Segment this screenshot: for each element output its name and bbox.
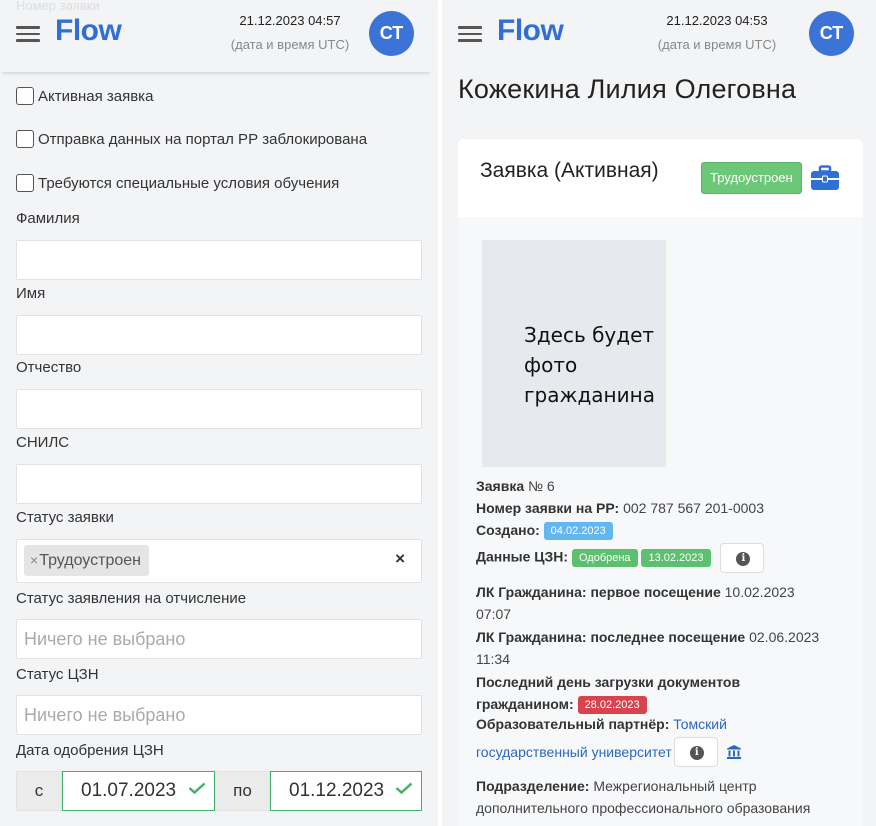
checkbox[interactable] [16, 174, 34, 192]
partner-info-button[interactable]: i [673, 737, 718, 767]
application-number: № 6 [528, 478, 555, 494]
photo-placeholder-text: Здесь будет фото гражданина [524, 323, 655, 407]
header-datetime: 21.12.2023 04:53 [666, 13, 768, 28]
application-number-label: Заявка [476, 478, 525, 494]
scrolled-field-label: Номер заявки [16, 0, 100, 13]
czn-status-select[interactable]: Ничего не выбрано [16, 695, 422, 735]
person-name: Кожекина Лилия Олеговна [458, 74, 797, 104]
info-icon: i [689, 746, 704, 760]
header-datetime-note: (дата и время UTC) [657, 37, 777, 52]
brand-logo[interactable]: Flow [55, 14, 122, 48]
name-label: Имя [16, 285, 46, 302]
menu-icon[interactable] [16, 26, 40, 42]
card-header: Заявка (Активная) Трудоустроен [458, 139, 863, 217]
checkbox-special-conditions[interactable]: Требуются специальные условия обучения [16, 174, 339, 192]
surname-field[interactable] [16, 240, 422, 280]
institution-icon[interactable] [726, 744, 742, 760]
header-datetime: 21.12.2023 04:57 [239, 13, 341, 28]
rr-number-label: Номер заявки на РР: [476, 500, 620, 516]
checkbox-label: Отправка данных на портал РР заблокирова… [38, 130, 368, 148]
avatar[interactable]: СТ [809, 11, 854, 56]
card-title: Заявка (Активная) [480, 159, 659, 182]
status-badge: Трудоустроен [701, 162, 802, 194]
name-field[interactable] [16, 315, 422, 355]
doc-deadline-label-cont: гражданином: [476, 696, 574, 712]
status-tag: ×Трудоустроен [24, 545, 149, 576]
czn-date-range: с 01.07.2023 по 01.12.2023 [16, 771, 422, 811]
czn-status-label: Статус ЦЗН [16, 666, 99, 683]
last-visit-line: ЛК Гражданина: последнее посещение 02.06… [476, 626, 846, 670]
date-to-prefix: по [215, 771, 270, 811]
surname-label: Фамилия [16, 210, 80, 227]
czn-date-badge: 13.02.2023 [641, 548, 711, 567]
partner-line: Образовательный партнёр: Томский [476, 716, 727, 732]
czn-date-label: Дата одобрения ЦЗН [16, 742, 164, 759]
czn-line: Данные ЦЗН: Одобрена 13.02.2023 i [476, 543, 765, 573]
created-date-badge: 04.02.2023 [543, 522, 613, 540]
last-visit-label: ЛК Гражданина: последнее посещение [476, 629, 746, 645]
created-label: Создано: [476, 522, 540, 538]
application-number-line: Заявка № 6 [476, 478, 555, 494]
expel-status-select[interactable]: Ничего не выбрано [16, 619, 422, 659]
panel-divider [438, 0, 442, 826]
status-tag-label: Трудоустроен [39, 552, 141, 569]
brand-logo[interactable]: Flow [497, 14, 564, 48]
first-visit-date: 10.02.2023 [724, 584, 795, 600]
status-multiselect[interactable]: ×Трудоустроен × [16, 539, 422, 583]
expel-status-label: Статус заявления на отчисление [16, 590, 247, 607]
division-value: Межрегиональный центр [593, 778, 757, 794]
first-visit-line: ЛК Гражданина: первое посещение 10.02.20… [476, 581, 846, 625]
division-label: Подразделение: [476, 778, 590, 794]
status-label: Статус заявки [16, 509, 114, 526]
menu-icon[interactable] [458, 26, 482, 42]
check-icon [188, 782, 206, 794]
date-from-value: 01.07.2023 [81, 780, 177, 801]
checkbox[interactable] [16, 87, 34, 105]
avatar[interactable]: СТ [369, 11, 414, 56]
app-header: Flow 21.12.2023 04:53 (дата и время UTC)… [442, 0, 876, 72]
rr-number: 002 787 567 201-0003 [623, 500, 764, 516]
clear-selection-icon[interactable]: × [395, 549, 405, 569]
czn-label: Данные ЦЗН: [476, 548, 569, 565]
last-visit-date: 02.06.2023 [749, 629, 820, 645]
division-value-cont: дополнительного профессионального образо… [476, 800, 811, 816]
division-line: Подразделение: Межрегиональный центр доп… [476, 775, 856, 819]
checkbox-active-application[interactable]: Активная заявка [16, 87, 153, 105]
patronymic-label: Отчество [16, 359, 82, 376]
patronymic-field[interactable] [16, 389, 422, 429]
created-line: Создано: 04.02.2023 [476, 522, 613, 540]
date-to-input[interactable]: 01.12.2023 [270, 771, 422, 811]
date-to-value: 01.12.2023 [289, 780, 385, 801]
briefcase-icon[interactable] [810, 165, 840, 191]
info-icon: i [736, 552, 751, 566]
checkbox-label: Требуются специальные условия обучения [38, 174, 340, 192]
citizen-photo-placeholder: Здесь будет фото гражданина [482, 240, 666, 467]
czn-status-badge: Одобрена [571, 548, 638, 567]
date-from-input[interactable]: 01.07.2023 [62, 771, 215, 811]
tag-remove-icon[interactable]: × [30, 552, 38, 568]
partner-label: Образовательный партнёр: [476, 716, 670, 732]
doc-deadline-label: Последний день загрузки документов [476, 674, 741, 690]
czn-info-button[interactable]: i [720, 543, 765, 573]
check-icon [395, 782, 413, 794]
checkbox-label: Активная заявка [38, 87, 154, 105]
filter-panel: Номер заявки Flow 21.12.2023 04:57 (дата… [0, 0, 438, 826]
first-visit-time: 07:07 [476, 606, 512, 622]
partner-link[interactable]: Томский [673, 716, 727, 732]
doc-deadline-badge: 28.02.2023 [577, 696, 647, 714]
checkbox-rr-blocked[interactable]: Отправка данных на портал РР заблокирова… [16, 130, 367, 148]
header-datetime-note: (дата и время UTC) [230, 37, 350, 52]
date-from-prefix: с [16, 771, 62, 811]
partner-line-cont: государственный университет i [476, 736, 742, 768]
first-visit-label: ЛК Гражданина: первое посещение [476, 584, 721, 600]
checkbox[interactable] [16, 130, 34, 148]
app-header: Номер заявки Flow 21.12.2023 04:57 (дата… [0, 0, 432, 72]
snils-field[interactable] [16, 464, 422, 504]
partner-link-cont[interactable]: государственный университет [476, 744, 672, 760]
doc-deadline-line: Последний день загрузки документов гражд… [476, 671, 856, 715]
rr-number-line: Номер заявки на РР: 002 787 567 201-0003 [476, 500, 764, 516]
last-visit-time: 11:34 [476, 651, 510, 667]
snils-label: СНИЛС [16, 434, 70, 451]
